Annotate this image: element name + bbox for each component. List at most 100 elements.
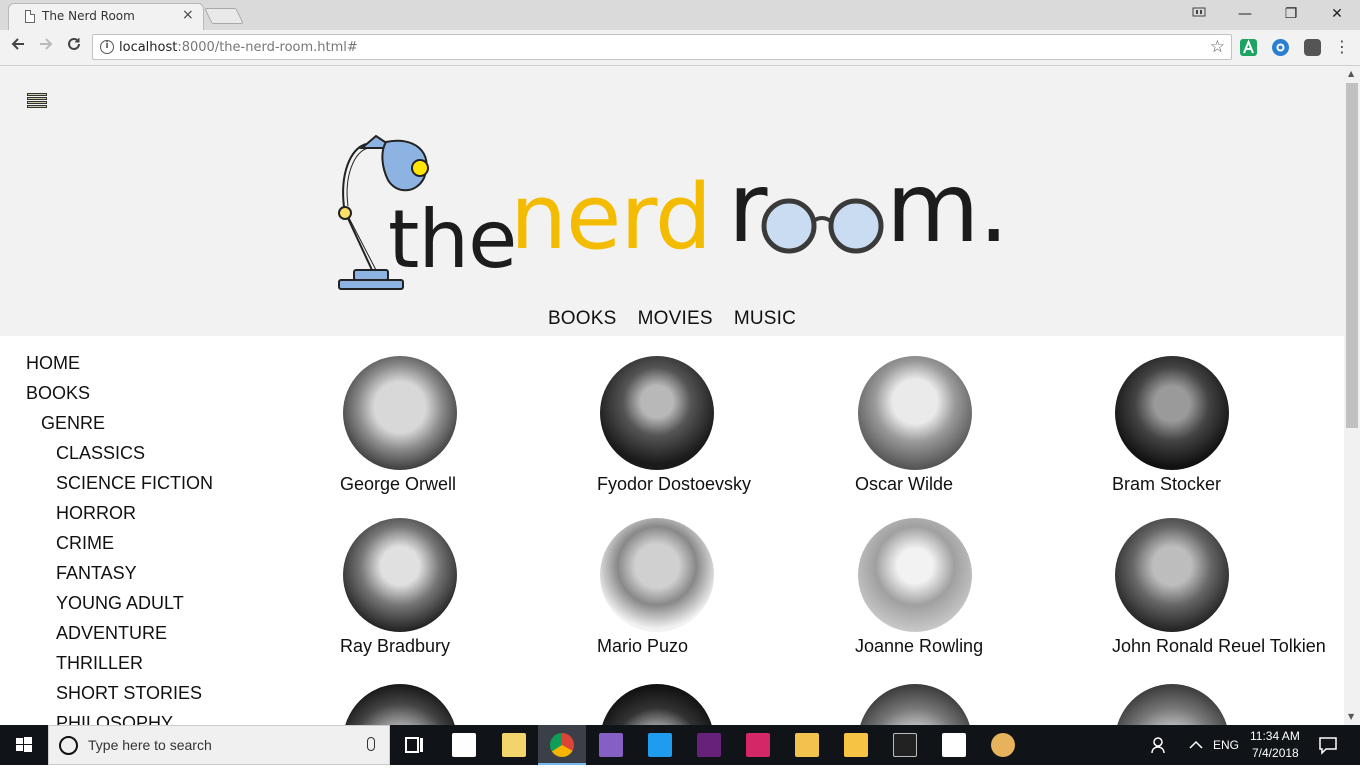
scroll-down-icon[interactable]: ▼ [1348,712,1354,721]
profile-icon[interactable] [1176,0,1222,30]
mail-icon[interactable] [452,733,476,757]
sidebar-item-thriller[interactable]: THRILLER [26,652,306,682]
author-photo[interactable] [858,684,972,725]
people-icon[interactable] [1150,735,1170,755]
author-photo[interactable] [343,684,457,725]
intellij-icon[interactable] [746,733,770,757]
visual-studio-icon[interactable] [599,733,623,757]
page-scrollbar[interactable]: ▲ ▼ [1344,66,1360,725]
restore-button[interactable]: ❐ [1268,0,1314,30]
close-window-button[interactable]: ✕ [1314,0,1360,30]
nav-movies[interactable]: MOVIES [638,308,713,330]
author-photo[interactable] [858,518,972,632]
extension-icon-evernote[interactable] [1304,39,1321,56]
sidebar-item-science-fiction[interactable]: SCIENCE FICTION [26,472,306,502]
windows-start-icon[interactable] [0,725,48,765]
tab-title: The Nerd Room [42,9,135,23]
app-icon[interactable] [795,733,819,757]
vscode-icon[interactable] [648,733,672,757]
author-card[interactable]: Bram Stocker [1112,356,1344,495]
microphone-icon[interactable] [367,737,375,751]
author-name[interactable]: John Ronald Reuel Tolkien [1112,636,1344,657]
author-card[interactable]: Mario Puzo [597,518,837,657]
author-card[interactable]: Oscar Wilde [855,356,1095,495]
info-icon[interactable]: i [100,40,114,54]
url-text[interactable]: localhost:8000/the-nerd-room.html# [119,40,358,55]
paint-icon[interactable] [991,733,1015,757]
author-name[interactable]: Joanne Rowling [855,636,1095,657]
file-explorer-icon[interactable] [844,733,868,757]
photos-icon[interactable] [942,733,966,757]
terminal-icon[interactable] [893,733,917,757]
sidebar-item-home[interactable]: HOME [26,352,306,382]
author-card[interactable]: Ray Bradbury [340,518,580,657]
author-photo[interactable] [600,518,714,632]
top-nav: BOOKS MOVIES MUSIC [0,308,1344,330]
author-card[interactable]: Fyodor Dostoevsky [597,356,837,495]
scroll-up-icon[interactable]: ▲ [1348,69,1354,78]
author-card[interactable]: John Ronald Reuel Tolkien [1112,518,1344,657]
bookmark-star-icon[interactable]: ☆ [1210,37,1225,57]
author-photo[interactable] [343,518,457,632]
sidebar-item-books[interactable]: BOOKS [26,382,306,412]
action-center-icon[interactable] [1318,735,1338,755]
author-name[interactable]: Ray Bradbury [340,636,580,657]
extension-icon-a[interactable] [1240,39,1257,56]
sidebar-item-horror[interactable]: HORROR [26,502,306,532]
author-photo[interactable] [600,684,714,725]
author-card[interactable] [597,684,837,725]
site-logo[interactable]: the nerd r m. [336,134,1016,294]
author-card[interactable] [855,684,1095,725]
browser-toolbar: i localhost:8000/the-nerd-room.html# ☆ ⋮ [0,30,1360,66]
author-photo[interactable] [858,356,972,470]
reload-icon[interactable] [62,36,86,60]
tray-chevron-up-icon[interactable] [1186,735,1206,755]
language-indicator[interactable]: ENG [1213,738,1239,752]
chrome-icon[interactable] [550,733,574,757]
logo-nerd: nerd [510,165,712,270]
author-name[interactable]: Bram Stocker [1112,474,1344,495]
author-name[interactable]: George Orwell [340,474,580,495]
author-card[interactable]: Joanne Rowling [855,518,1095,657]
visual-studio-2-icon[interactable] [697,733,721,757]
taskbar-search-box[interactable]: Type here to search [48,725,390,765]
windows-taskbar: Type here to search ENG 11:34 AM 7/4/201… [0,725,1360,765]
sidebar-item-adventure[interactable]: ADVENTURE [26,622,306,652]
notepad-icon[interactable] [502,733,526,757]
task-view-icon[interactable] [402,733,426,757]
minimize-button[interactable]: — [1222,0,1268,30]
author-name[interactable]: Mario Puzo [597,636,837,657]
hamburger-menu-icon[interactable] [27,93,47,109]
chrome-menu-icon[interactable]: ⋮ [1330,36,1354,60]
author-card[interactable] [1112,684,1344,725]
extension-icon-circle[interactable] [1272,39,1289,56]
address-bar[interactable]: i localhost:8000/the-nerd-room.html# ☆ [92,34,1232,60]
nav-music[interactable]: MUSIC [734,308,796,330]
nav-books[interactable]: BOOKS [548,308,617,330]
sidebar-item-fantasy[interactable]: FANTASY [26,562,306,592]
author-name[interactable]: Fyodor Dostoevsky [597,474,837,495]
scrollbar-thumb[interactable] [1346,83,1358,428]
clock-date[interactable]: 7/4/2018 [1252,746,1299,760]
forward-icon[interactable] [34,36,58,60]
author-name[interactable]: Oscar Wilde [855,474,1095,495]
clock-time[interactable]: 11:34 AM [1250,729,1300,743]
author-card[interactable]: George Orwell [340,356,580,495]
tab-close-icon[interactable]: × [182,7,194,23]
sidebar-item-crime[interactable]: CRIME [26,532,306,562]
sidebar-item-short-stories[interactable]: SHORT STORIES [26,682,306,712]
sidebar-item-philosophy[interactable]: PHILOSOPHY [26,712,306,725]
author-photo[interactable] [1115,684,1229,725]
author-photo[interactable] [1115,518,1229,632]
page-icon [25,10,35,23]
author-photo[interactable] [343,356,457,470]
new-tab-button[interactable] [204,8,244,24]
back-icon[interactable] [6,36,30,60]
author-card[interactable] [340,684,580,725]
author-photo[interactable] [600,356,714,470]
author-photo[interactable] [1115,356,1229,470]
sidebar-item-young-adult[interactable]: YOUNG ADULT [26,592,306,622]
browser-tab[interactable]: The Nerd Room × [8,3,204,30]
sidebar-item-genre[interactable]: GENRE [26,412,306,442]
sidebar-item-classics[interactable]: CLASSICS [26,442,306,472]
